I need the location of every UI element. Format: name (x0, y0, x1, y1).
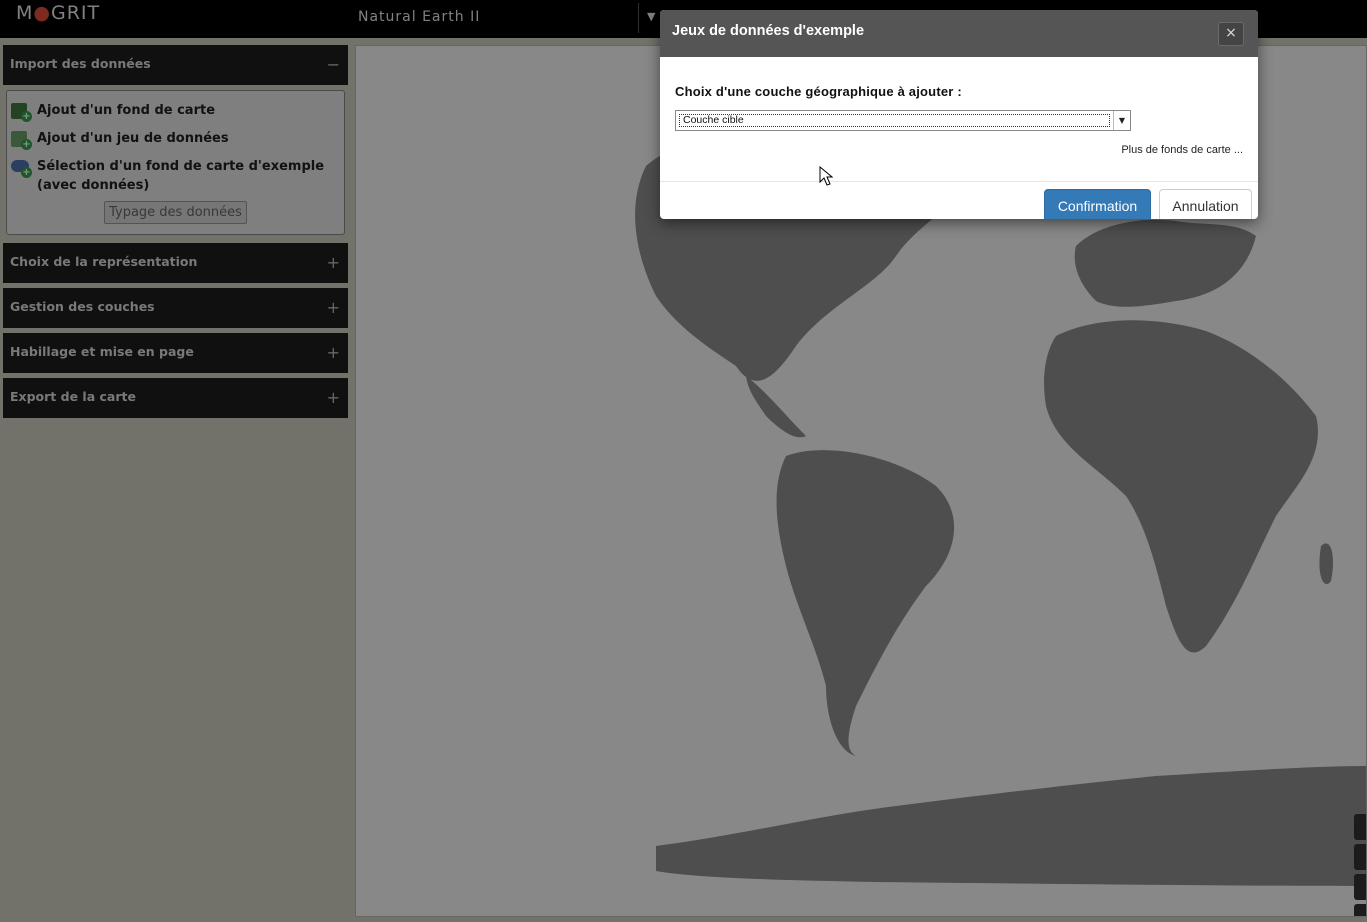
confirm-button[interactable]: Confirmation (1044, 189, 1151, 219)
layer-choice-label: Choix d'une couche géographique à ajoute… (675, 84, 962, 99)
mouse-cursor-icon (819, 166, 833, 186)
more-basemaps-link[interactable]: Plus de fonds de carte ... (1121, 144, 1243, 156)
close-icon[interactable]: × (1218, 22, 1244, 46)
dialog-footer: Confirmation Annulation (660, 182, 1258, 219)
dialog-header: Jeux de données d'exemple × (660, 10, 1258, 57)
layer-select-value: Couche cible (679, 114, 1110, 127)
layer-select[interactable]: Couche cible ▼ (675, 110, 1131, 131)
sample-datasets-dialog: Jeux de données d'exemple × Choix d'une … (660, 10, 1258, 219)
cancel-button[interactable]: Annulation (1159, 189, 1252, 219)
dialog-title: Jeux de données d'exemple (672, 23, 865, 39)
dialog-body: Choix d'une couche géographique à ajoute… (660, 57, 1258, 182)
chevron-down-icon[interactable]: ▼ (1113, 111, 1130, 130)
